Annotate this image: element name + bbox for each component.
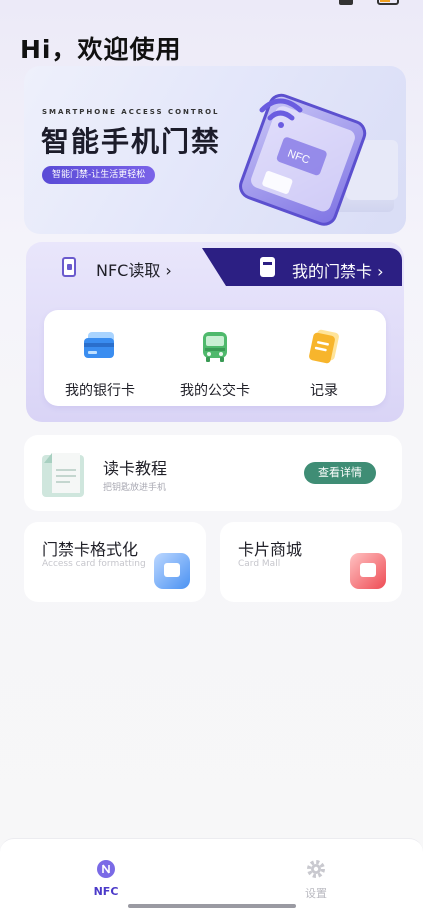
tutorial-title: 读卡教程 bbox=[103, 459, 168, 478]
quick-records[interactable]: 记录 bbox=[274, 328, 374, 399]
record-icon bbox=[309, 329, 339, 364]
battery-icon bbox=[377, 0, 399, 5]
mall-card-title: 卡片商城 bbox=[238, 540, 303, 559]
nav-settings[interactable]: 设置 bbox=[276, 857, 356, 903]
banner-tag: 智能门禁-让生活更轻松 bbox=[42, 166, 156, 184]
nav-settings-label: 设置 bbox=[305, 887, 327, 900]
promo-banner[interactable]: SMARTPHONE ACCESS CONTROL 智能手机门禁 智能门禁-让生… bbox=[24, 66, 406, 234]
access-card-format-card[interactable]: 门禁卡格式化 Access card formatting bbox=[24, 522, 206, 602]
quick-bank-cards-label: 我的银行卡 bbox=[65, 383, 135, 399]
quick-bus-cards-label: 我的公交卡 bbox=[180, 383, 250, 399]
view-details-button[interactable]: 查看详情 bbox=[304, 462, 376, 484]
status-icons bbox=[339, 0, 399, 7]
mall-card-subtitle: Card Mall bbox=[238, 559, 281, 569]
bank-card-icon bbox=[84, 332, 114, 358]
quick-bank-cards[interactable]: 我的银行卡 bbox=[50, 328, 150, 399]
format-card-title: 门禁卡格式化 bbox=[42, 540, 139, 559]
nfc-icon bbox=[97, 860, 115, 878]
nav-nfc[interactable]: NFC bbox=[66, 857, 146, 903]
home-indicator bbox=[128, 904, 296, 908]
quick-records-label: 记录 bbox=[310, 383, 338, 399]
phone-nfc-illustration: NFC bbox=[239, 93, 398, 226]
format-card-subtitle: Access card formatting bbox=[42, 559, 146, 569]
shopping-bag-icon bbox=[350, 553, 386, 589]
bus-icon bbox=[203, 332, 227, 362]
bottom-navigation: NFC 设置 bbox=[0, 838, 423, 908]
card-mall-card[interactable]: 卡片商城 Card Mall bbox=[220, 522, 402, 602]
tab-nfc-read-label: NFC读取 › bbox=[96, 261, 172, 280]
quick-bus-cards[interactable]: 我的公交卡 bbox=[165, 328, 265, 399]
signal-icon bbox=[339, 0, 353, 5]
banner-subtitle: SMARTPHONE ACCESS CONTROL bbox=[42, 108, 220, 116]
quick-actions: 我的银行卡 我的公交卡 记录 bbox=[44, 310, 386, 406]
tab-my-access-cards-label: 我的门禁卡 › bbox=[292, 262, 384, 281]
gear-icon bbox=[307, 860, 325, 878]
banner-title: 智能手机门禁 bbox=[41, 125, 222, 158]
nav-nfc-label: NFC bbox=[93, 885, 119, 898]
tutorial-card[interactable]: 读卡教程 把钥匙放进手机 查看详情 bbox=[24, 435, 402, 511]
lock-briefcase-icon bbox=[154, 553, 190, 589]
status-bar bbox=[0, 0, 423, 14]
card-access-panel: NFC读取 › 我的门禁卡 › 我的银行卡 我的公交卡 记录 bbox=[26, 242, 404, 422]
phone-nfc-icon bbox=[62, 257, 76, 277]
document-icon bbox=[42, 453, 84, 497]
tab-my-access-cards[interactable]: 我的门禁卡 › bbox=[202, 248, 402, 286]
greeting-title: Hi，欢迎使用 bbox=[20, 35, 182, 64]
tutorial-subtitle: 把钥匙放进手机 bbox=[103, 483, 167, 493]
access-card-icon bbox=[260, 257, 275, 277]
tab-nfc-read[interactable]: NFC读取 › bbox=[26, 242, 216, 290]
